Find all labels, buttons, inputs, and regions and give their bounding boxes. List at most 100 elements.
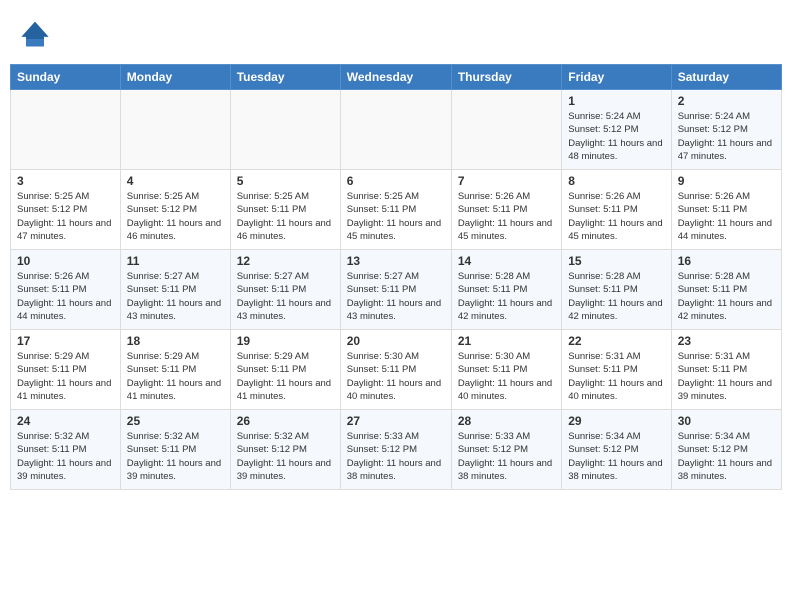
day-number: 19 xyxy=(237,334,334,348)
day-number: 30 xyxy=(678,414,775,428)
day-number: 11 xyxy=(127,254,224,268)
day-info: Sunrise: 5:26 AM Sunset: 5:11 PM Dayligh… xyxy=(458,190,555,243)
day-info: Sunrise: 5:31 AM Sunset: 5:11 PM Dayligh… xyxy=(568,350,664,403)
week-row-1: 3 Sunrise: 5:25 AM Sunset: 5:12 PM Daylig… xyxy=(11,170,782,250)
day-number: 16 xyxy=(678,254,775,268)
day-info: Sunrise: 5:27 AM Sunset: 5:11 PM Dayligh… xyxy=(237,270,334,323)
day-number: 7 xyxy=(458,174,555,188)
day-cell: 9 Sunrise: 5:26 AM Sunset: 5:11 PM Daylig… xyxy=(671,170,781,250)
day-info: Sunrise: 5:24 AM Sunset: 5:12 PM Dayligh… xyxy=(568,110,664,163)
day-number: 6 xyxy=(347,174,445,188)
week-row-0: 1 Sunrise: 5:24 AM Sunset: 5:12 PM Daylig… xyxy=(11,90,782,170)
day-cell: 8Sunrise: 5:26 AM Sunset: 5:11 PM Daylig… xyxy=(562,170,671,250)
day-cell: 22 Sunrise: 5:31 AM Sunset: 5:11 PM Dayli… xyxy=(562,330,671,410)
day-cell: 15 Sunrise: 5:28 AM Sunset: 5:11 PM Dayli… xyxy=(562,250,671,330)
day-number: 25 xyxy=(127,414,224,428)
day-cell: 11 Sunrise: 5:27 AM Sunset: 5:11 PM Dayli… xyxy=(120,250,230,330)
day-cell: 2 Sunrise: 5:24 AM Sunset: 5:12 PM Daylig… xyxy=(671,90,781,170)
day-cell: 25 Sunrise: 5:32 AM Sunset: 5:11 PM Dayli… xyxy=(120,410,230,490)
day-number: 27 xyxy=(347,414,445,428)
logo-icon xyxy=(20,18,50,48)
day-cell: 18 Sunrise: 5:29 AM Sunset: 5:11 PM Dayli… xyxy=(120,330,230,410)
day-info: Sunrise: 5:32 AM Sunset: 5:11 PM Dayligh… xyxy=(17,430,114,483)
day-info: Sunrise: 5:30 AM Sunset: 5:11 PM Dayligh… xyxy=(458,350,555,403)
day-info: Sunrise: 5:26 AM Sunset: 5:11 PM Dayligh… xyxy=(678,190,775,243)
day-number: 12 xyxy=(237,254,334,268)
week-row-3: 17 Sunrise: 5:29 AM Sunset: 5:11 PM Dayli… xyxy=(11,330,782,410)
day-info: Sunrise: 5:25 AM Sunset: 5:12 PM Dayligh… xyxy=(127,190,224,243)
header-cell-wednesday: Wednesday xyxy=(340,65,451,90)
day-cell: 13 Sunrise: 5:27 AM Sunset: 5:11 PM Dayli… xyxy=(340,250,451,330)
header-cell-thursday: Thursday xyxy=(451,65,561,90)
day-number: 26 xyxy=(237,414,334,428)
day-number: 3 xyxy=(17,174,114,188)
day-number: 20 xyxy=(347,334,445,348)
day-info: Sunrise: 5:28 AM Sunset: 5:11 PM Dayligh… xyxy=(458,270,555,323)
day-info: Sunrise: 5:28 AM Sunset: 5:11 PM Dayligh… xyxy=(568,270,664,323)
day-info: Sunrise: 5:24 AM Sunset: 5:12 PM Dayligh… xyxy=(678,110,775,163)
week-row-4: 24Sunrise: 5:32 AM Sunset: 5:11 PM Dayli… xyxy=(11,410,782,490)
day-info: Sunrise: 5:25 AM Sunset: 5:11 PM Dayligh… xyxy=(237,190,334,243)
day-info: Sunrise: 5:33 AM Sunset: 5:12 PM Dayligh… xyxy=(458,430,555,483)
day-cell: 12 Sunrise: 5:27 AM Sunset: 5:11 PM Dayli… xyxy=(230,250,340,330)
header-cell-friday: Friday xyxy=(562,65,671,90)
day-cell: 30 Sunrise: 5:34 AM Sunset: 5:12 PM Dayli… xyxy=(671,410,781,490)
day-cell: 27Sunrise: 5:33 AM Sunset: 5:12 PM Dayli… xyxy=(340,410,451,490)
day-cell xyxy=(120,90,230,170)
day-cell: 4 Sunrise: 5:25 AM Sunset: 5:12 PM Daylig… xyxy=(120,170,230,250)
day-info: Sunrise: 5:26 AM Sunset: 5:11 PM Dayligh… xyxy=(568,190,664,243)
day-cell xyxy=(451,90,561,170)
calendar-header: SundayMondayTuesdayWednesdayThursdayFrid… xyxy=(11,65,782,90)
day-info: Sunrise: 5:29 AM Sunset: 5:11 PM Dayligh… xyxy=(17,350,114,403)
day-info: Sunrise: 5:32 AM Sunset: 5:11 PM Dayligh… xyxy=(127,430,224,483)
calendar: SundayMondayTuesdayWednesdayThursdayFrid… xyxy=(10,64,782,490)
day-info: Sunrise: 5:34 AM Sunset: 5:12 PM Dayligh… xyxy=(568,430,664,483)
day-number: 10 xyxy=(17,254,114,268)
day-cell: 23Sunrise: 5:31 AM Sunset: 5:11 PM Dayli… xyxy=(671,330,781,410)
day-info: Sunrise: 5:29 AM Sunset: 5:11 PM Dayligh… xyxy=(127,350,224,403)
day-cell xyxy=(230,90,340,170)
day-number: 14 xyxy=(458,254,555,268)
day-info: Sunrise: 5:28 AM Sunset: 5:11 PM Dayligh… xyxy=(678,270,775,323)
week-row-2: 10 Sunrise: 5:26 AM Sunset: 5:11 PM Dayli… xyxy=(11,250,782,330)
day-info: Sunrise: 5:27 AM Sunset: 5:11 PM Dayligh… xyxy=(347,270,445,323)
day-cell: 29Sunrise: 5:34 AM Sunset: 5:12 PM Dayli… xyxy=(562,410,671,490)
day-cell: 5 Sunrise: 5:25 AM Sunset: 5:11 PM Daylig… xyxy=(230,170,340,250)
day-number: 5 xyxy=(237,174,334,188)
day-info: Sunrise: 5:27 AM Sunset: 5:11 PM Dayligh… xyxy=(127,270,224,323)
day-cell: 14 Sunrise: 5:28 AM Sunset: 5:11 PM Dayli… xyxy=(451,250,561,330)
header-cell-monday: Monday xyxy=(120,65,230,90)
day-number: 28 xyxy=(458,414,555,428)
day-number: 18 xyxy=(127,334,224,348)
header-cell-tuesday: Tuesday xyxy=(230,65,340,90)
day-number: 22 xyxy=(568,334,664,348)
day-cell: 1 Sunrise: 5:24 AM Sunset: 5:12 PM Daylig… xyxy=(562,90,671,170)
day-cell: 24Sunrise: 5:32 AM Sunset: 5:11 PM Dayli… xyxy=(11,410,121,490)
day-number: 1 xyxy=(568,94,664,108)
day-number: 4 xyxy=(127,174,224,188)
day-info: Sunrise: 5:25 AM Sunset: 5:12 PM Dayligh… xyxy=(17,190,114,243)
day-number: 15 xyxy=(568,254,664,268)
day-cell: 17 Sunrise: 5:29 AM Sunset: 5:11 PM Dayli… xyxy=(11,330,121,410)
day-number: 23 xyxy=(678,334,775,348)
day-number: 9 xyxy=(678,174,775,188)
day-number: 21 xyxy=(458,334,555,348)
day-number: 17 xyxy=(17,334,114,348)
day-cell: 28 Sunrise: 5:33 AM Sunset: 5:12 PM Dayli… xyxy=(451,410,561,490)
header-cell-saturday: Saturday xyxy=(671,65,781,90)
day-cell: 6 Sunrise: 5:25 AM Sunset: 5:11 PM Daylig… xyxy=(340,170,451,250)
header-cell-sunday: Sunday xyxy=(11,65,121,90)
day-cell: 20Sunrise: 5:30 AM Sunset: 5:11 PM Dayli… xyxy=(340,330,451,410)
day-cell: 21 Sunrise: 5:30 AM Sunset: 5:11 PM Dayli… xyxy=(451,330,561,410)
header-row: SundayMondayTuesdayWednesdayThursdayFrid… xyxy=(11,65,782,90)
day-cell: 26Sunrise: 5:32 AM Sunset: 5:12 PM Dayli… xyxy=(230,410,340,490)
day-info: Sunrise: 5:26 AM Sunset: 5:11 PM Dayligh… xyxy=(17,270,114,323)
day-number: 13 xyxy=(347,254,445,268)
day-info: Sunrise: 5:25 AM Sunset: 5:11 PM Dayligh… xyxy=(347,190,445,243)
day-info: Sunrise: 5:29 AM Sunset: 5:11 PM Dayligh… xyxy=(237,350,334,403)
day-cell: 16 Sunrise: 5:28 AM Sunset: 5:11 PM Dayli… xyxy=(671,250,781,330)
page-header xyxy=(10,10,782,56)
day-cell: 3 Sunrise: 5:25 AM Sunset: 5:12 PM Daylig… xyxy=(11,170,121,250)
day-number: 2 xyxy=(678,94,775,108)
day-info: Sunrise: 5:34 AM Sunset: 5:12 PM Dayligh… xyxy=(678,430,775,483)
